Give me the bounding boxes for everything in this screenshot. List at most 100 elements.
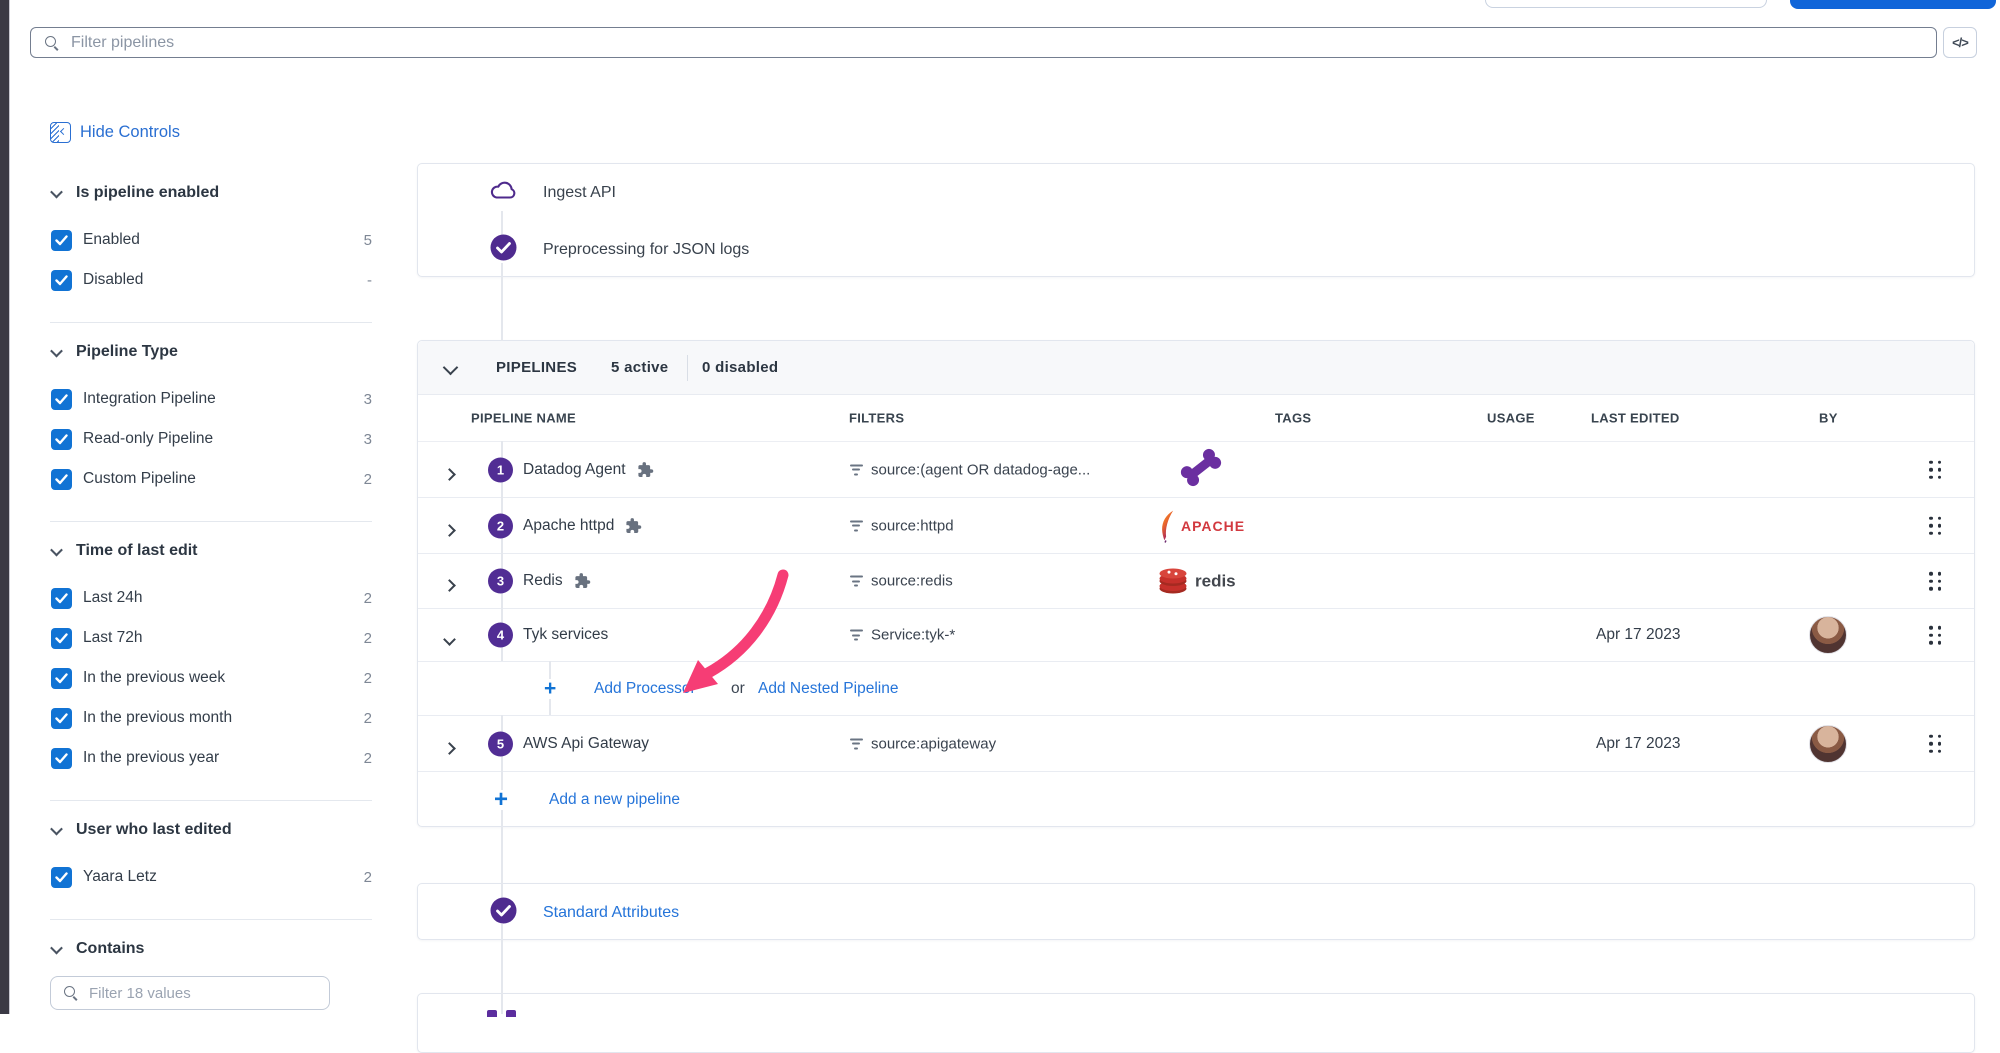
expand-row-icon[interactable] bbox=[443, 742, 456, 755]
checkbox-checked-icon[interactable] bbox=[51, 628, 72, 649]
facet-item[interactable]: Disabled - bbox=[50, 260, 372, 300]
top-primary-button[interactable] bbox=[1790, 0, 1996, 9]
table-row[interactable]: 1 Datadog Agent source:(agent OR datadog… bbox=[418, 442, 1974, 498]
table-row[interactable]: 5 AWS Api Gateway source:apigateway Apr … bbox=[418, 716, 1974, 772]
active-count-label: 5 active bbox=[611, 359, 668, 376]
drag-handle[interactable] bbox=[1929, 734, 1941, 753]
add-new-pipeline-link[interactable]: Add a new pipeline bbox=[549, 791, 680, 809]
facet-item-label: Read-only Pipeline bbox=[83, 430, 364, 448]
facet-header[interactable]: Pipeline Type bbox=[50, 340, 372, 364]
search-icon bbox=[63, 985, 79, 1001]
expand-row-icon[interactable] bbox=[443, 468, 456, 481]
search-input[interactable]: Filter pipelines bbox=[30, 27, 1937, 58]
facet-item[interactable]: Last 24h 2 bbox=[50, 578, 372, 618]
contains-placeholder: Filter 18 values bbox=[89, 985, 191, 1002]
facet-title: User who last edited bbox=[76, 821, 232, 839]
plus-icon[interactable]: + bbox=[492, 790, 510, 810]
filter-query: source:apigateway bbox=[849, 735, 996, 752]
last-edited-date: Apr 17 2023 bbox=[1596, 735, 1680, 753]
facet-item[interactable]: Read-only Pipeline 3 bbox=[50, 419, 372, 459]
plus-icon[interactable]: + bbox=[542, 679, 558, 699]
pipeline-number-badge: 2 bbox=[488, 513, 513, 538]
pipeline-name: AWS Api Gateway bbox=[523, 735, 649, 753]
checkbox-checked-icon[interactable] bbox=[51, 389, 72, 410]
drag-handle[interactable] bbox=[1929, 516, 1941, 535]
checkbox-checked-icon[interactable] bbox=[51, 429, 72, 450]
filter-icon bbox=[849, 520, 863, 531]
checkbox-checked-icon[interactable] bbox=[51, 668, 72, 689]
checkbox-checked-icon[interactable] bbox=[51, 588, 72, 609]
facet-item-count: 2 bbox=[364, 750, 372, 767]
check-circle-icon bbox=[490, 234, 517, 266]
expand-row-icon[interactable] bbox=[443, 524, 456, 537]
facet-header[interactable]: Is pipeline enabled bbox=[50, 181, 372, 205]
facet-header[interactable]: Time of last edit bbox=[50, 539, 372, 563]
collapse-row-icon[interactable] bbox=[443, 633, 456, 646]
facet-item-label: In the previous month bbox=[83, 709, 364, 727]
filter-query-label: source:apigateway bbox=[871, 735, 996, 752]
facet-item-label: In the previous year bbox=[83, 749, 364, 767]
table-row[interactable]: 3 Redis source:redis redis bbox=[418, 554, 1974, 609]
pipeline-name: Tyk services bbox=[523, 626, 608, 644]
checkbox-checked-icon[interactable] bbox=[51, 469, 72, 490]
pipeline-name: Datadog Agent bbox=[523, 461, 654, 479]
facet-item[interactable]: In the previous month 2 bbox=[50, 698, 372, 738]
code-view-button[interactable]: </> bbox=[1943, 27, 1977, 58]
filter-query: source:redis bbox=[849, 573, 953, 590]
facet-item-count: 2 bbox=[364, 869, 372, 886]
facet-item[interactable]: Custom Pipeline 2 bbox=[50, 459, 372, 499]
contains-filter-input[interactable]: Filter 18 values bbox=[50, 976, 330, 1010]
filter-query: source:(agent OR datadog-age... bbox=[849, 461, 1090, 478]
col-by: BY bbox=[1819, 411, 1838, 426]
facet-item-label: Disabled bbox=[83, 271, 367, 289]
checkbox-checked-icon[interactable] bbox=[51, 270, 72, 291]
pipelines-section-label: PIPELINES bbox=[496, 359, 577, 376]
flow-connector-line bbox=[501, 263, 503, 341]
drag-handle[interactable] bbox=[1929, 572, 1941, 591]
drag-handle[interactable] bbox=[1929, 460, 1941, 479]
checkbox-checked-icon[interactable] bbox=[51, 708, 72, 729]
add-pipeline-row: + Add a new pipeline bbox=[418, 772, 1974, 828]
filter-query-label: source:httpd bbox=[871, 517, 954, 534]
pipeline-number-badge: 1 bbox=[488, 457, 513, 482]
facet-item[interactable]: Last 72h 2 bbox=[50, 618, 372, 658]
facet-item[interactable]: In the previous year 2 bbox=[50, 738, 372, 778]
pipeline-name-label: AWS Api Gateway bbox=[523, 735, 649, 753]
facet-header[interactable]: User who last edited bbox=[50, 818, 372, 842]
hide-controls-button[interactable]: Hide Controls bbox=[50, 120, 180, 144]
pipelines-header[interactable]: PIPELINES 5 active 0 disabled bbox=[418, 341, 1974, 395]
checkbox-checked-icon[interactable] bbox=[51, 230, 72, 251]
table-row[interactable]: 2 Apache httpd source:httpd APACHE bbox=[418, 498, 1974, 554]
table-column-headers: PIPELINE NAME FILTERS TAGS USAGE LAST ED… bbox=[418, 395, 1974, 442]
drag-handle[interactable] bbox=[1929, 626, 1941, 645]
pipeline-name-label: Redis bbox=[523, 572, 563, 590]
preprocessing-row[interactable]: Preprocessing for JSON logs bbox=[418, 221, 1974, 278]
facet-header[interactable]: Contains bbox=[50, 937, 372, 961]
facet-item[interactable]: In the previous week 2 bbox=[50, 658, 372, 698]
redis-tag-label: redis bbox=[1195, 571, 1236, 591]
add-nested-pipeline-link[interactable]: Add Nested Pipeline bbox=[758, 680, 898, 698]
expand-row-icon[interactable] bbox=[443, 579, 456, 592]
col-usage: USAGE bbox=[1487, 411, 1535, 426]
standard-attributes-link[interactable]: Standard Attributes bbox=[543, 904, 679, 922]
left-nav-rail bbox=[0, 0, 10, 1014]
apache-tag-label: APACHE bbox=[1181, 518, 1245, 534]
checkbox-checked-icon[interactable] bbox=[51, 867, 72, 888]
table-row[interactable]: 4 Tyk services Service:tyk-* Apr 17 2023 bbox=[418, 609, 1974, 662]
collapse-section-icon[interactable] bbox=[443, 360, 459, 376]
ingest-api-label: Ingest API bbox=[543, 184, 616, 202]
pipeline-number-badge: 5 bbox=[488, 731, 513, 756]
filter-icon bbox=[849, 630, 863, 641]
facet-item[interactable]: Enabled 5 bbox=[50, 220, 372, 260]
apache-tag: APACHE bbox=[1158, 509, 1245, 543]
checkbox-checked-icon[interactable] bbox=[51, 748, 72, 769]
pipeline-number-badge: 3 bbox=[488, 569, 513, 594]
facet-item[interactable]: Integration Pipeline 3 bbox=[50, 379, 372, 419]
standard-attributes-row[interactable]: Standard Attributes bbox=[418, 884, 1974, 941]
facet-title: Contains bbox=[76, 940, 144, 958]
facet-item[interactable]: Yaara Letz 2 bbox=[50, 857, 372, 897]
top-partial-button[interactable] bbox=[1485, 0, 1767, 8]
add-processor-link[interactable]: Add Processor bbox=[594, 680, 696, 698]
pipeline-name-label: Datadog Agent bbox=[523, 461, 626, 479]
editor-avatar bbox=[1809, 725, 1847, 763]
